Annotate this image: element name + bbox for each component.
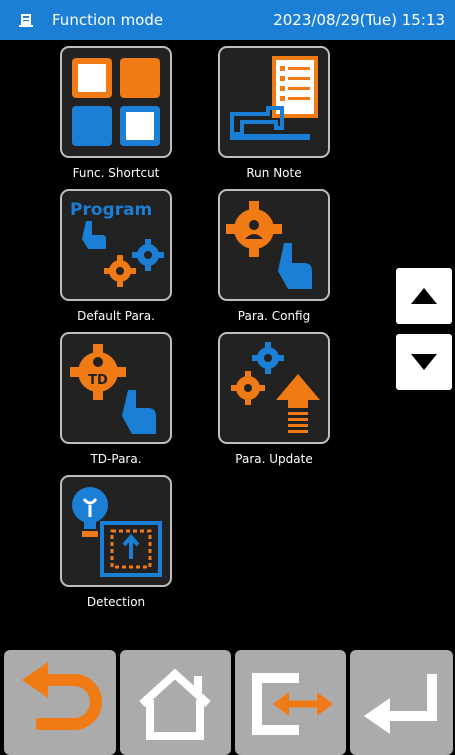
page-title: Function mode <box>52 11 164 29</box>
enter-button[interactable] <box>350 650 453 755</box>
gear-person-hand-icon <box>226 201 312 289</box>
enter-arrow-icon <box>364 674 437 734</box>
triangle-down-icon <box>411 354 437 370</box>
tile-label-detection: Detection <box>86 595 146 609</box>
tile-label-para-update: Para. Update <box>235 452 313 466</box>
switch-button[interactable] <box>235 650 346 755</box>
func-shortcut-button[interactable] <box>60 46 172 158</box>
para-update-button[interactable] <box>218 332 330 444</box>
default-para-button[interactable]: Program <box>60 189 172 301</box>
tile-label-default-para: Default Para. <box>77 309 155 323</box>
program-gear-hand-icon: Program <box>70 200 164 287</box>
return-arrow-icon <box>22 662 102 730</box>
home-button[interactable] <box>120 650 231 755</box>
td-text: TD <box>88 373 108 388</box>
scroll-down-button[interactable] <box>396 334 452 390</box>
back-button[interactable] <box>4 650 116 755</box>
scroll-up-button[interactable] <box>396 268 452 324</box>
detection-button[interactable] <box>60 475 172 587</box>
home-icon <box>139 668 211 740</box>
tile-label-func-shortcut: Func. Shortcut <box>72 166 160 180</box>
tile-label-run-note: Run Note <box>246 166 302 180</box>
program-text: Program <box>70 200 152 220</box>
run-note-button[interactable] <box>218 46 330 158</box>
triangle-up-icon <box>411 288 437 304</box>
bulb-detection-icon <box>72 487 162 577</box>
device-icon <box>19 14 33 27</box>
tile-label-para-config: Para. Config <box>237 309 311 323</box>
para-config-button[interactable] <box>218 189 330 301</box>
grid-shortcut-icon <box>72 58 160 146</box>
td-para-button[interactable]: TD <box>60 332 172 444</box>
sewing-machine-note-icon <box>230 56 318 140</box>
top-bar: Function mode 2023/08/29(Tue) 15:13 <box>0 0 455 40</box>
switch-exchange-icon <box>252 673 333 735</box>
tile-label-td-para: TD-Para. <box>90 452 142 466</box>
td-gear-hand-icon: TD <box>70 344 156 434</box>
gears-arrow-up-icon <box>231 342 320 433</box>
datetime-display: 2023/08/29(Tue) 15:13 <box>273 11 445 29</box>
